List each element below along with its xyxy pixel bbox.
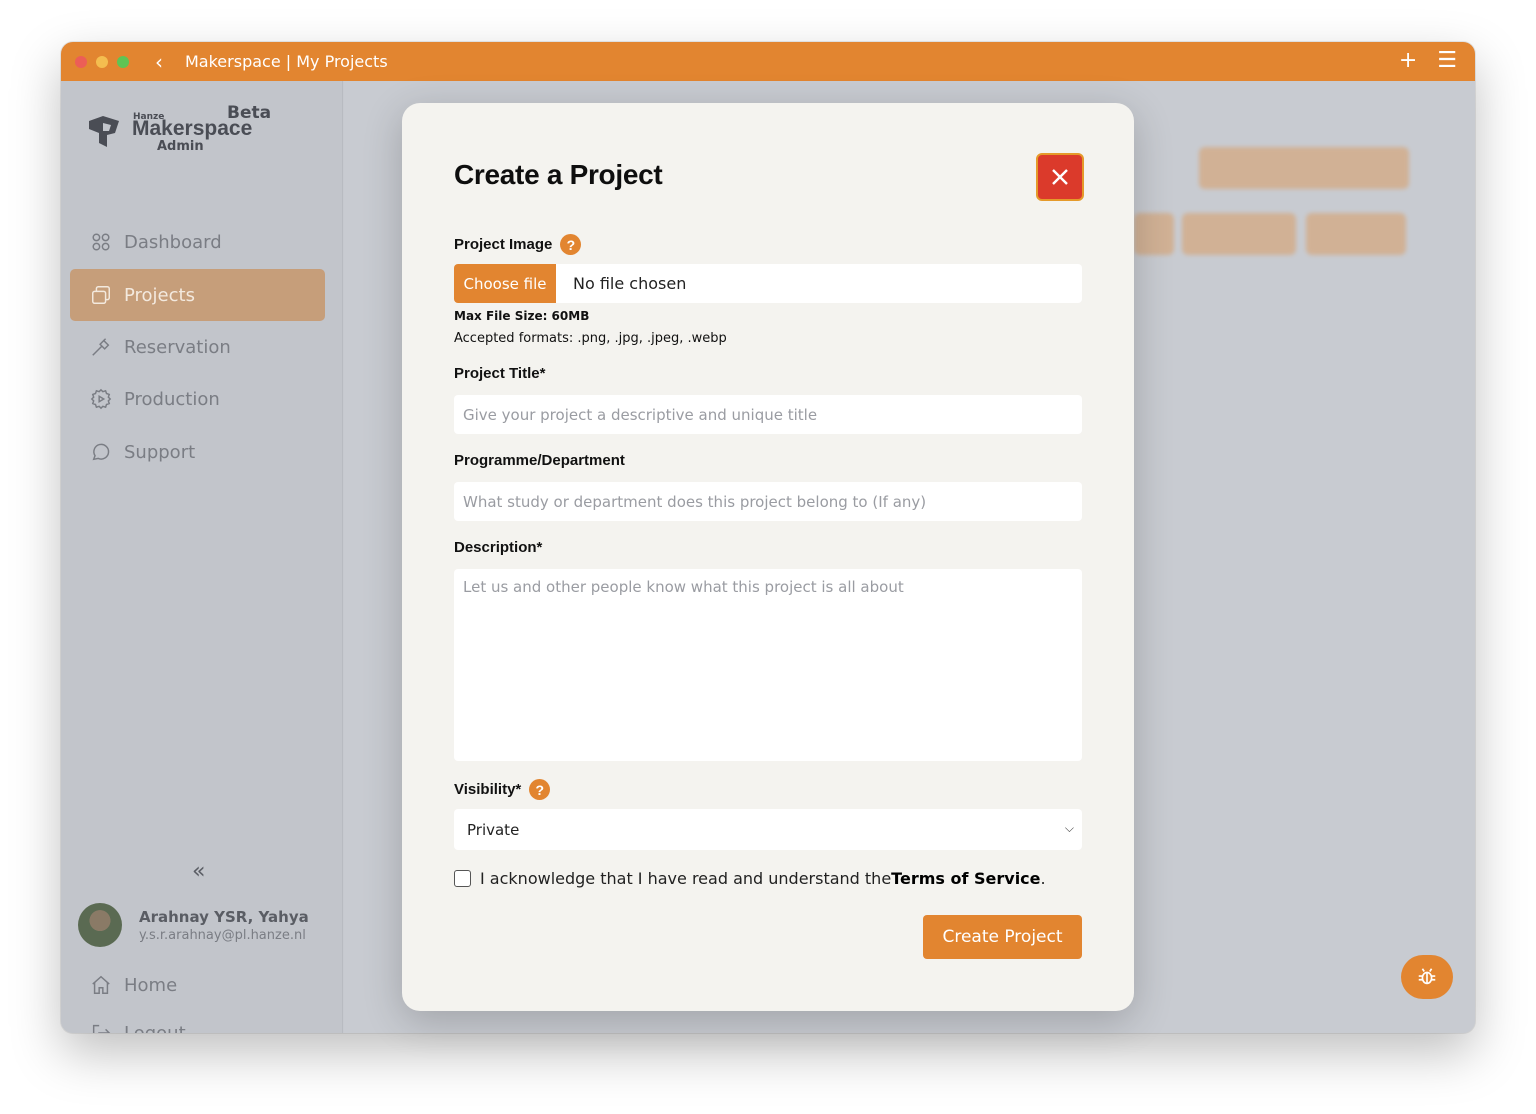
ack-end: .: [1040, 869, 1046, 888]
hamburger-icon[interactable]: ☰: [1437, 50, 1457, 72]
max-file-size-hint: Max File Size: 60MB: [454, 309, 590, 323]
bug-icon: [1418, 968, 1436, 985]
zoom-window-button[interactable]: [117, 55, 129, 68]
hanze-logo-icon: [89, 116, 119, 147]
chat-bubble-icon: [92, 443, 110, 461]
visibility-label-text: Visibility*: [454, 781, 522, 798]
gear-play-icon: [90, 388, 112, 410]
user-email: y.s.r.arahnay@pl.hanze.nl: [139, 927, 306, 943]
project-image-label-text: Project Image: [454, 236, 553, 253]
minimize-window-button[interactable]: [96, 55, 108, 68]
sidebar-item-dashboard[interactable]: Dashboard: [70, 216, 325, 268]
sidebar-item-reservation[interactable]: Reservation: [70, 321, 325, 373]
sidebar-item-label: Support: [124, 441, 196, 463]
create-project-modal: Create a Project Project Image ? Choose …: [402, 103, 1134, 1011]
modal-title: Create a Project: [454, 159, 663, 190]
project-title-input[interactable]: [454, 395, 1082, 434]
window-title: Makerspace | My Projects: [185, 52, 388, 71]
terms-acknowledgement: I acknowledge that I have read and under…: [454, 869, 1046, 888]
plus-icon[interactable]: +: [1399, 50, 1417, 72]
sidebar-item-label: Projects: [124, 284, 195, 306]
close-icon: [1052, 169, 1068, 185]
report-bug-button[interactable]: [1401, 955, 1453, 999]
sidebar-item-support[interactable]: Support: [70, 426, 325, 478]
visibility-select[interactable]: Private ⌵: [454, 809, 1082, 850]
title-bar: ‹ Makerspace | My Projects + ☰: [61, 42, 1475, 81]
home-icon: [92, 975, 110, 994]
chevron-left-icon[interactable]: ‹: [155, 52, 163, 72]
project-title-label: Project Title*: [454, 365, 546, 382]
sidebar-item-logout[interactable]: Logout: [70, 1012, 325, 1033]
description-label: Description*: [454, 539, 543, 556]
help-icon[interactable]: ?: [529, 779, 551, 800]
background-button: [1182, 213, 1296, 255]
file-status-text: No file chosen: [573, 274, 687, 293]
sidebar-item-production[interactable]: Production: [70, 373, 325, 425]
project-image-label: Project Image ?: [454, 234, 582, 255]
hammer-icon: [92, 338, 110, 356]
terms-of-service-link[interactable]: Terms of Service: [891, 869, 1040, 888]
sidebar-item-label: Home: [124, 974, 178, 996]
background-button: [1306, 213, 1406, 255]
sidebar-item-projects[interactable]: Projects: [70, 269, 325, 321]
terms-checkbox[interactable]: [454, 870, 471, 887]
collapse-sidebar-icon[interactable]: «: [192, 859, 205, 884]
visibility-label: Visibility* ?: [454, 779, 551, 800]
sidebar-item-home[interactable]: Home: [70, 959, 325, 1011]
visibility-selected-value: Private: [467, 820, 520, 839]
ack-text: I acknowledge that I have read and under…: [480, 869, 892, 888]
sidebar-item-label: Logout: [124, 1022, 186, 1034]
programme-label: Programme/Department: [454, 452, 625, 469]
user-name: Arahnay YSR, Yahya: [139, 907, 309, 926]
help-icon[interactable]: ?: [560, 234, 582, 255]
grid-icon: [92, 233, 110, 251]
close-window-button[interactable]: [75, 55, 87, 68]
choose-file-button[interactable]: Choose file: [454, 264, 556, 303]
sidebar-item-label: Reservation: [124, 336, 231, 358]
create-project-button[interactable]: Create Project: [923, 915, 1082, 959]
folders-icon: [92, 286, 110, 304]
accepted-formats-hint: Accepted formats: .png, .jpg, .jpeg, .we…: [454, 331, 727, 346]
programme-input[interactable]: [454, 482, 1082, 521]
avatar: [78, 903, 122, 947]
makerspace-logo: Hanze Beta Makerspace Admin: [85, 103, 275, 157]
project-image-file-input[interactable]: Choose file No file chosen: [454, 264, 1082, 303]
sidebar-item-label: Production: [124, 388, 220, 410]
logo-name: Makerspace: [132, 117, 253, 140]
sidebar: Hanze Beta Makerspace Admin Dashboard Pr…: [61, 81, 343, 1033]
logo-role: Admin: [157, 139, 204, 154]
traffic-lights: [75, 55, 129, 68]
close-modal-button[interactable]: [1036, 153, 1084, 201]
sidebar-item-label: Dashboard: [124, 231, 222, 253]
chevron-down-icon: ⌵: [1064, 821, 1074, 835]
user-profile[interactable]: Arahnay YSR, Yahya y.s.r.arahnay@pl.hanz…: [78, 903, 309, 947]
description-textarea[interactable]: [454, 569, 1082, 761]
logout-icon: [92, 1024, 111, 1033]
background-button: [1134, 213, 1174, 255]
create-project-background-button: [1199, 147, 1409, 189]
